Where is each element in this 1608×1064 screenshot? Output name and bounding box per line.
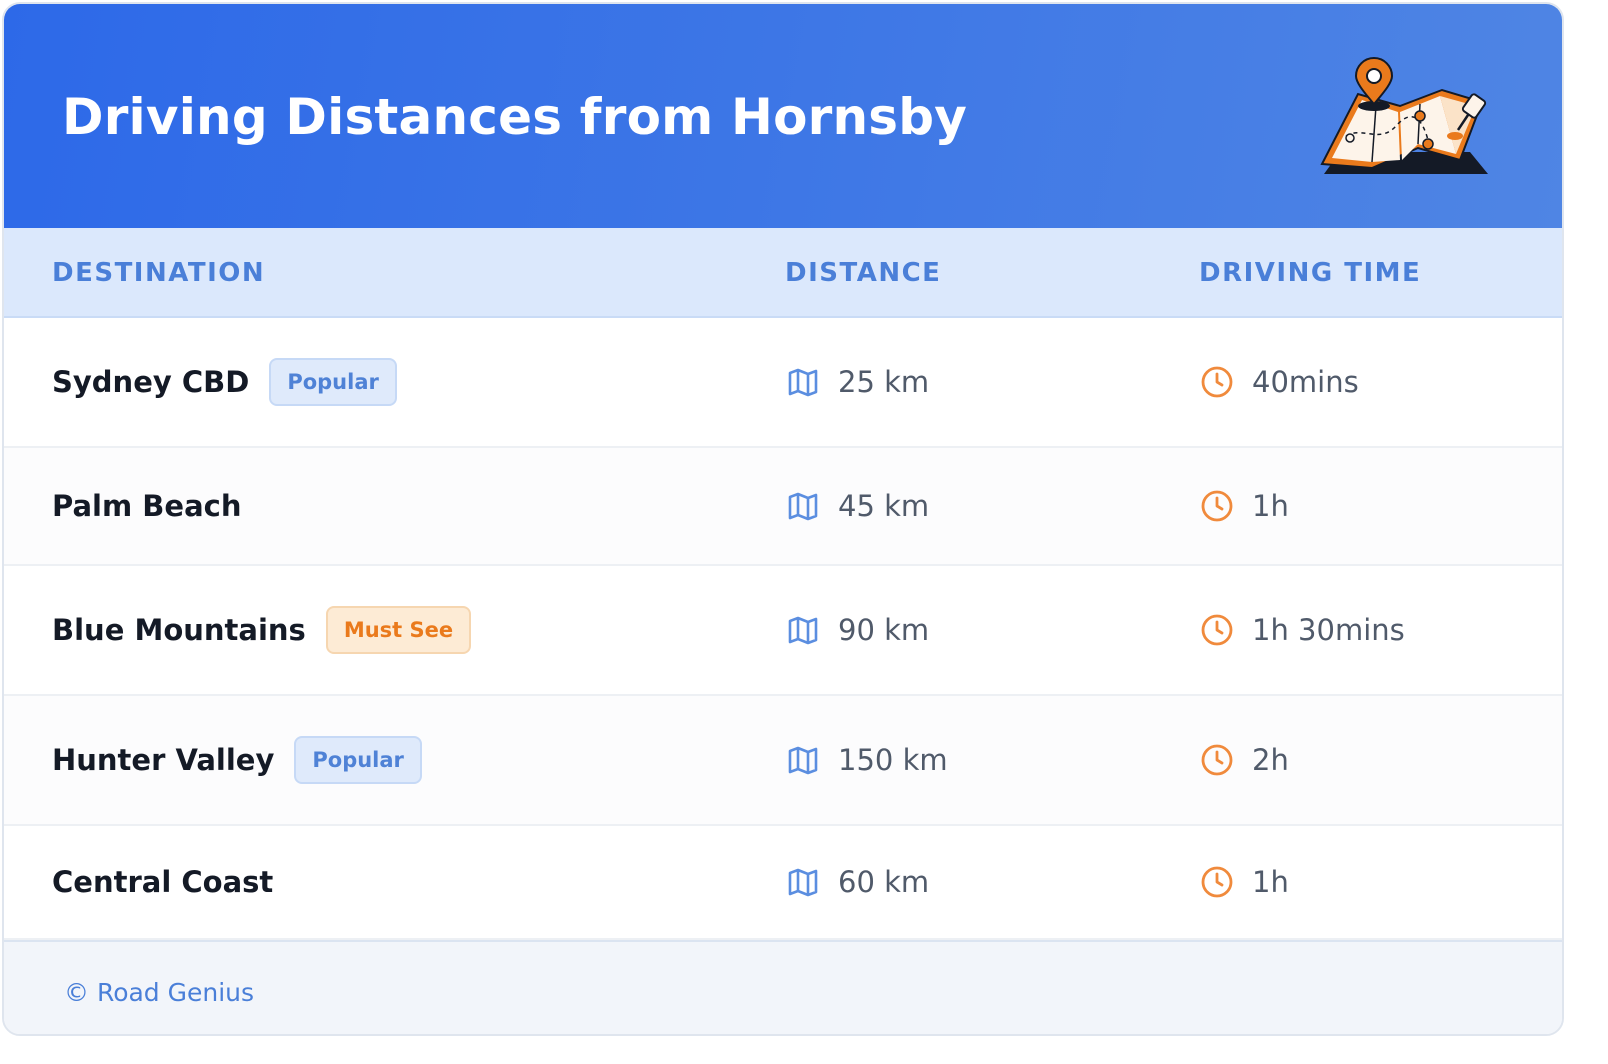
distance-card: Driving Distances from Hornsby DESTINATI…: [2, 2, 1564, 1036]
column-header-distance: DISTANCE: [785, 258, 942, 288]
driving-time-value: 2h: [1252, 743, 1289, 777]
destination-name: Blue Mountains: [52, 613, 306, 647]
distance-cell: 25 km: [786, 365, 929, 399]
destination-cell: Blue Mountains Must See: [52, 606, 472, 654]
destination-name: Hunter Valley: [52, 743, 275, 777]
column-header-driving-time: DRIVING TIME: [1199, 258, 1422, 288]
column-header-destination: DESTINATION: [52, 258, 266, 288]
card-header: Driving Distances from Hornsby: [4, 4, 1562, 228]
table-row: Blue Mountains Must See 90 km 1h 30mins: [4, 566, 1562, 696]
destination-name: Palm Beach: [52, 489, 242, 523]
clock-icon: [1200, 489, 1234, 523]
map-icon: [786, 865, 820, 899]
distance-value: 45 km: [838, 489, 930, 523]
distance-cell: 45 km: [786, 489, 929, 523]
distance-value: 150 km: [838, 743, 948, 777]
clock-icon: [1200, 743, 1234, 777]
card-footer: © Road Genius: [4, 940, 1562, 1034]
popular-badge: Popular: [269, 358, 397, 406]
driving-time-cell: 2h: [1200, 743, 1289, 777]
distance-cell: 60 km: [786, 865, 929, 899]
destination-name: Central Coast: [52, 865, 274, 899]
table-header: DESTINATION DISTANCE DRIVING TIME: [4, 228, 1562, 318]
driving-time-value: 40mins: [1252, 365, 1359, 399]
distance-value: 60 km: [838, 865, 930, 899]
map-icon: [786, 365, 820, 399]
distance-value: 25 km: [838, 365, 930, 399]
table-row: Palm Beach 45 km 1h: [4, 448, 1562, 566]
clock-icon: [1200, 613, 1234, 647]
driving-time-cell: 1h 30mins: [1200, 613, 1405, 647]
driving-time-cell: 1h: [1200, 489, 1289, 523]
driving-time-value: 1h 30mins: [1252, 613, 1405, 647]
destination-cell: Central Coast: [52, 865, 273, 899]
driving-time-cell: 1h: [1200, 865, 1289, 899]
footer-credit: © Road Genius: [64, 978, 255, 1007]
destination-name: Sydney CBD: [52, 365, 250, 399]
destination-cell: Palm Beach: [52, 489, 241, 523]
table-row: Sydney CBD Popular 25 km 40mins: [4, 318, 1562, 448]
clock-icon: [1200, 365, 1234, 399]
driving-time-value: 1h: [1252, 489, 1289, 523]
clock-icon: [1200, 865, 1234, 899]
driving-time-cell: 40mins: [1200, 365, 1359, 399]
driving-time-value: 1h: [1252, 865, 1289, 899]
must-see-badge: Must See: [325, 606, 472, 654]
distance-value: 90 km: [838, 613, 930, 647]
distance-cell: 150 km: [786, 743, 948, 777]
map-icon: [786, 613, 820, 647]
table-row: Hunter Valley Popular 150 km 2h: [4, 696, 1562, 826]
table-row: Central Coast 60 km 1h: [4, 826, 1562, 940]
map-pin-illustration-icon: [1320, 57, 1488, 174]
page-title: Driving Distances from Hornsby: [62, 88, 968, 146]
map-icon: [786, 489, 820, 523]
map-icon: [786, 743, 820, 777]
distance-cell: 90 km: [786, 613, 929, 647]
destination-cell: Sydney CBD Popular: [52, 358, 397, 406]
destination-cell: Hunter Valley Popular: [52, 736, 422, 784]
popular-badge: Popular: [294, 736, 422, 784]
